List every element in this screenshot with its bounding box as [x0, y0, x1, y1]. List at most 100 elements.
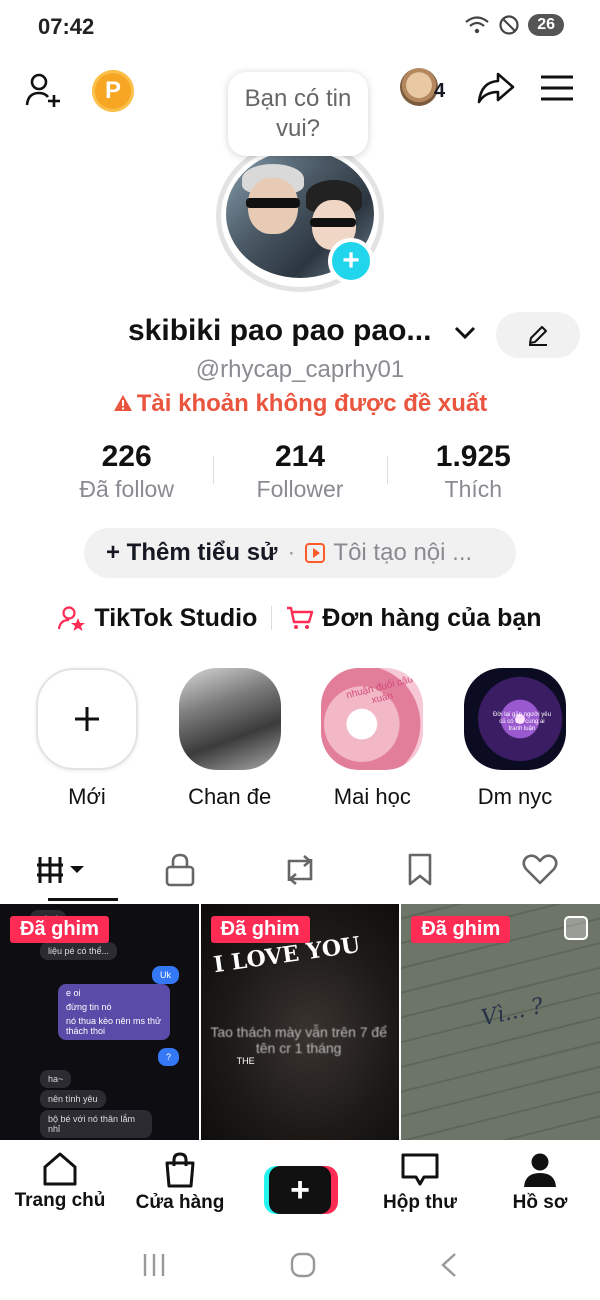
highlight-thumb: nhuận đuổi cậu xuân	[321, 668, 424, 770]
friends-count: 4	[434, 80, 446, 102]
nav-create[interactable]: +	[240, 1142, 360, 1228]
pinned-badge: Đã ghim	[411, 916, 511, 943]
video-thumbnail[interactable]: Đã ghim I LOVE YOU Tao thách mày vẫn trê…	[200, 904, 400, 1140]
multi-photo-icon	[564, 916, 589, 940]
repost-icon	[287, 855, 313, 885]
highlight-thumb-text: nhuận đuổi cậu xuân	[345, 674, 415, 707]
chat-message: Uk	[152, 966, 179, 984]
nav-home-label: Trang chủ	[14, 1190, 106, 1211]
top-left-actions: P	[24, 70, 134, 112]
nav-home[interactable]: Trang chủ	[0, 1142, 120, 1228]
status-bubble[interactable]: Bạn có tin vui?	[228, 72, 368, 156]
highlight-thumb-text: Đời lại gặp người yêu cũ có thể cùng ai …	[493, 712, 551, 733]
nav-profile[interactable]: Hồ sơ	[480, 1142, 600, 1228]
video-thumbnail[interactable]: pé oi liệu pé có thể... Uk e oi đừng tin…	[0, 904, 199, 1140]
tiktok-studio-link[interactable]: TikTok Studio	[44, 604, 271, 633]
friends-avatars-button[interactable]: 4	[400, 68, 452, 108]
coins-button[interactable]: P	[92, 70, 134, 112]
creator-category[interactable]: Tôi tạo nội ...	[333, 539, 472, 567]
video-thumbnail[interactable]: Đã ghim Vì... ?	[401, 904, 600, 1140]
highlight-label: Dm nyc	[477, 784, 553, 809]
nav-inbox[interactable]: Hộp thư	[360, 1142, 480, 1228]
creator-play-icon	[305, 543, 326, 563]
status-bar: 07:42 26	[0, 0, 600, 56]
create-button[interactable]: +	[264, 1166, 338, 1214]
highlight-item[interactable]: nhuận đuổi cậu xuân Mai học	[321, 668, 424, 814]
tiktok-studio-label: TikTok Studio	[94, 603, 258, 632]
video-caption-text: Tao thách mày vẫn trên 7 để tên cr 1 thá…	[210, 1024, 387, 1056]
do-not-disturb-icon	[499, 15, 519, 35]
name-row: skibiki pao pao pao...	[0, 312, 600, 358]
account-warning[interactable]: Tài khoản không được đề xuất	[0, 390, 600, 418]
status-icons: 26	[464, 14, 564, 36]
chat-message: bộ bé với nó thân lắm nhỉ	[40, 1110, 152, 1138]
warning-icon	[113, 395, 132, 411]
highlight-thumb: Đời lại gặp người yêu cũ có thể cùng ai …	[463, 668, 566, 770]
likes-label: Thích	[444, 476, 503, 502]
chat-message: liệu pé có thể...	[40, 942, 118, 960]
highlight-new[interactable]: Mới	[36, 668, 138, 814]
video-grid: pé oi liệu pé có thể... Uk e oi đừng tin…	[0, 904, 600, 1140]
highlight-label: Chan đe	[188, 784, 272, 809]
highlight-label: Mai học	[333, 784, 411, 809]
highlight-item[interactable]: Chan đe	[178, 668, 281, 814]
warning-text: Tài khoản không được đề xuất	[136, 390, 488, 417]
heart-icon	[522, 854, 558, 885]
content-tabs	[0, 846, 600, 904]
lock-icon	[165, 853, 195, 887]
system-navigation	[0, 1230, 600, 1300]
chat-message: e oi đừng tin nó nó thua kèo nên ms thử …	[58, 984, 170, 1040]
share-icon[interactable]	[476, 70, 516, 106]
add-story-icon[interactable]: +	[328, 238, 374, 284]
friend-avatar	[400, 68, 438, 106]
highlight-new-thumb	[36, 668, 138, 770]
highlight-item[interactable]: Đời lại gặp người yêu cũ có thể cùng ai …	[463, 668, 566, 814]
pinned-badge: Đã ghim	[210, 916, 310, 943]
tab-favorites[interactable]	[360, 846, 480, 894]
battery-indicator: 26	[528, 14, 564, 36]
likes-count: 1.925	[435, 440, 511, 473]
tab-videos[interactable]	[0, 846, 120, 894]
cart-icon	[287, 606, 314, 629]
followers-stat[interactable]: 214 Follower	[213, 440, 386, 510]
creator-links: TikTok Studio Đơn hàng của bạn	[0, 598, 600, 638]
chat-line: nó thua kèo nên ms thử thách thoi	[66, 1016, 162, 1036]
add-friend-icon[interactable]	[24, 71, 64, 111]
back-icon[interactable]	[439, 1251, 459, 1279]
grid-icon	[37, 857, 84, 883]
shopping-bag-icon	[165, 1152, 195, 1188]
highlight-thumb	[178, 668, 281, 770]
active-tab-indicator	[48, 898, 118, 901]
tab-reposts[interactable]	[240, 846, 360, 894]
username-handle: @rhycap_caprhy01	[195, 356, 405, 383]
wifi-icon	[465, 16, 489, 34]
home-button-icon[interactable]	[289, 1251, 317, 1279]
menu-icon[interactable]	[540, 74, 574, 102]
handwriting-text: Vì... ?	[479, 993, 546, 1032]
tab-private[interactable]	[120, 846, 240, 894]
tab-liked[interactable]	[480, 846, 600, 894]
nav-shop-label: Cửa hàng	[135, 1192, 225, 1213]
orders-link[interactable]: Đơn hàng của bạn	[272, 604, 555, 633]
pencil-icon	[529, 326, 547, 346]
add-bio-button[interactable]: + Thêm tiểu sử	[106, 539, 277, 567]
chevron-down-icon[interactable]	[452, 320, 478, 346]
bookmark-icon	[408, 853, 432, 886]
following-stat[interactable]: 226 Đã follow	[40, 440, 213, 510]
profile-stats: 226 Đã follow 214 Follower 1.925 Thích	[40, 440, 560, 510]
studio-icon	[58, 606, 86, 631]
likes-stat[interactable]: 1.925 Thích	[386, 440, 560, 510]
edit-profile-button[interactable]	[496, 312, 580, 358]
pinned-badge: Đã ghim	[10, 916, 109, 943]
nav-profile-label: Hồ sơ	[512, 1192, 568, 1213]
display-name[interactable]: skibiki pao pao pao...	[128, 314, 431, 348]
plus-icon	[75, 707, 99, 731]
followers-count: 214	[274, 440, 326, 473]
following-label: Đã follow	[79, 476, 174, 502]
bio-pill[interactable]: + Thêm tiểu sử · Tôi tạo nội ...	[84, 528, 516, 578]
bottom-navigation: Trang chủ Cửa hàng + Hộp thư Hồ sơ	[0, 1142, 600, 1228]
following-count: 226	[101, 440, 152, 473]
nav-shop[interactable]: Cửa hàng	[120, 1142, 240, 1228]
chat-message: ha~	[40, 1070, 72, 1088]
recents-icon[interactable]	[141, 1252, 167, 1278]
